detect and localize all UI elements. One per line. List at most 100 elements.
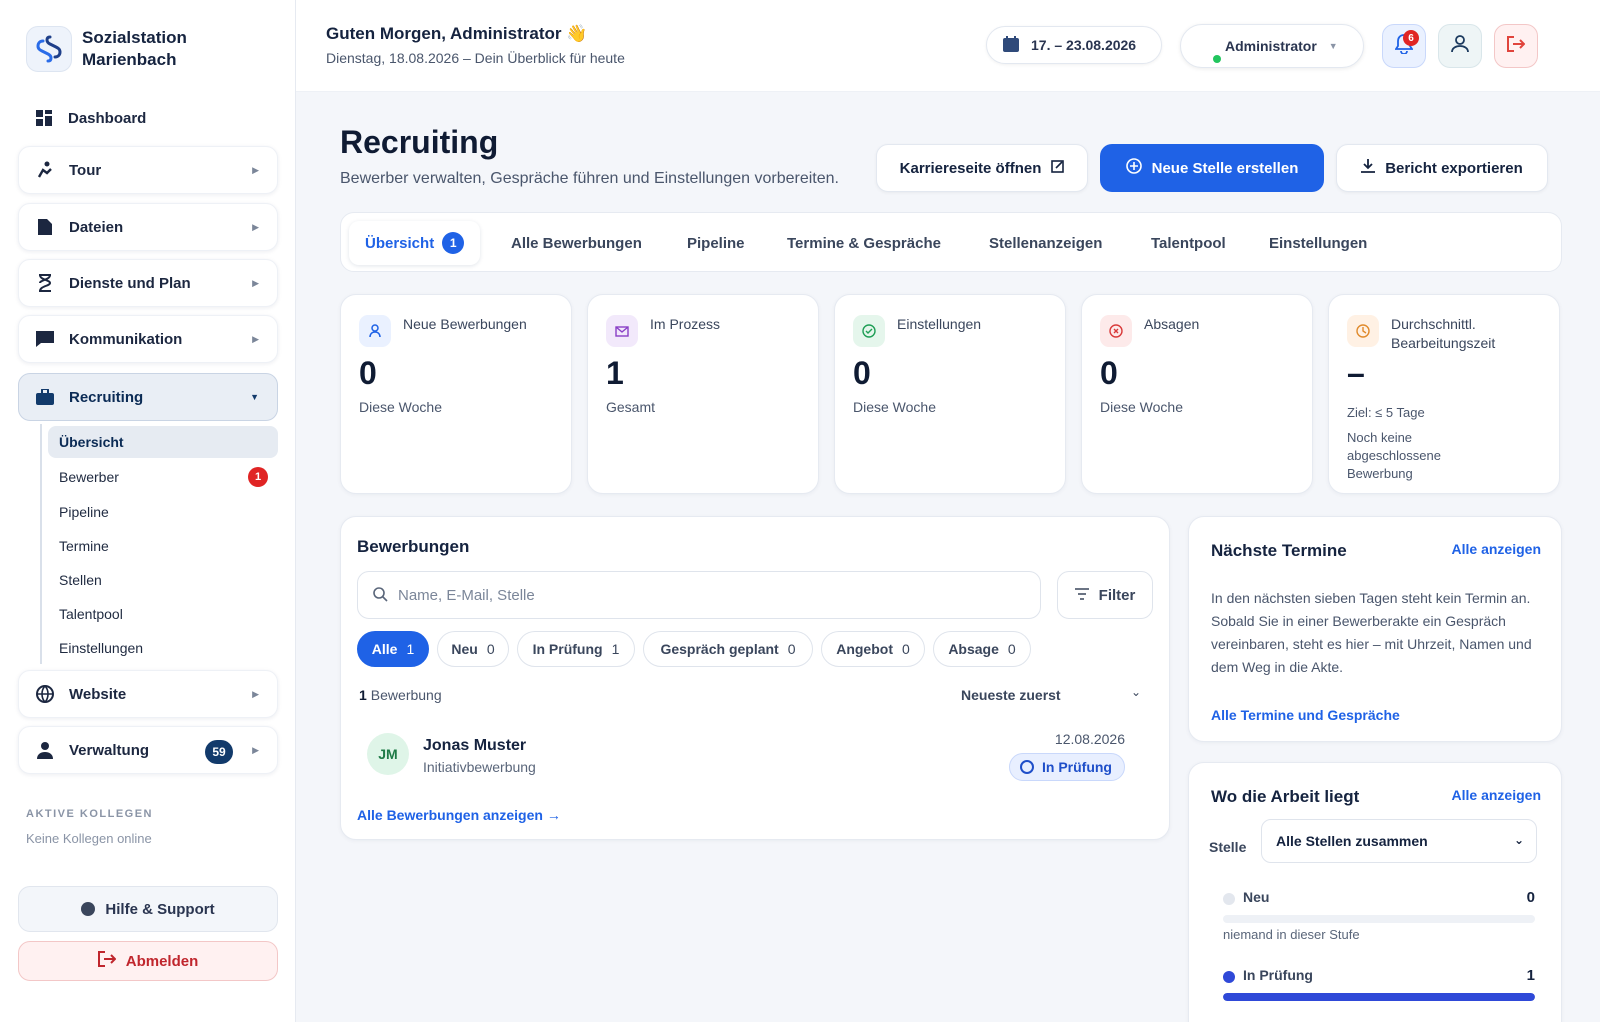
date-range-text: 17. – 23.08.2026 — [1031, 37, 1137, 53]
chat-icon — [35, 329, 55, 349]
sidebar-item-label: Tour — [69, 161, 102, 179]
button-label: Bericht exportieren — [1385, 159, 1523, 177]
stat-label: Absagen — [1144, 316, 1200, 332]
logout-button[interactable]: Abmelden — [18, 941, 278, 981]
applications-count-label: Bewerbung — [370, 687, 442, 703]
stat-card-hires: Einstellungen 0 Diese Woche — [834, 294, 1066, 494]
stage-dot — [1223, 893, 1235, 905]
all-dates-link[interactable]: Alle Termine und Gespräche — [1211, 707, 1400, 723]
online-status-dot — [1213, 55, 1221, 63]
stat-label: Im Prozess — [650, 316, 721, 332]
globe-icon — [35, 684, 55, 704]
tab-termine[interactable]: Termine & Gespräche — [787, 221, 941, 265]
sidebar-sub-label: Talentpool — [59, 606, 123, 622]
chevron-down-icon: ⌄ — [1513, 833, 1524, 847]
sidebar-item-verwaltung[interactable]: Verwaltung 59 ▶ — [18, 726, 278, 774]
tab-label: Alle Bewerbungen — [511, 234, 642, 252]
chevron-right-icon: ▶ — [252, 744, 259, 755]
chevron-right-icon: ▶ — [252, 333, 259, 344]
sidebar-item-kommunikation[interactable]: Kommunikation ▶ — [18, 315, 278, 363]
next-dates-show-all-link[interactable]: Alle anzeigen — [1452, 541, 1541, 557]
chip-gespraech-geplant[interactable]: Gespräch geplant 0 — [643, 631, 813, 667]
tab-talentpool[interactable]: Talentpool — [1151, 221, 1226, 265]
chevron-right-icon: ▶ — [252, 688, 259, 699]
brand[interactable]: Sozialstation Marienbach — [26, 26, 187, 72]
chip-absage[interactable]: Absage 0 — [933, 631, 1031, 667]
tab-einstellungen[interactable]: Einstellungen — [1269, 221, 1367, 265]
sidebar-item-dienste[interactable]: Dienste und Plan ▶ — [18, 259, 278, 307]
tab-stellenanzeigen[interactable]: Stellenanzeigen — [989, 221, 1102, 265]
stat-sub: Diese Woche — [1100, 399, 1184, 415]
sidebar-item-dateien[interactable]: Dateien ▶ — [18, 203, 278, 251]
tab-label: Einstellungen — [1269, 234, 1368, 252]
user-outline-icon — [1451, 34, 1469, 58]
tab-label: Übersicht — [365, 234, 435, 252]
table-row[interactable]: JM Jonas Muster Initiativbewerbung 12.08… — [357, 717, 1153, 791]
sort-select[interactable]: Neueste zuerst — [961, 687, 1061, 703]
applications-search-input[interactable]: Name, E-Mail, Stelle — [357, 571, 1041, 619]
sidebar-item-website[interactable]: Website ▶ — [18, 670, 278, 718]
stage-name: Neu — [1243, 889, 1270, 905]
sidebar-sub-bewerber[interactable]: Bewerber 1 — [48, 461, 278, 493]
all-applications-link[interactable]: Alle Bewerbungen anzeigen → — [357, 807, 561, 823]
chip-in-pruefung[interactable]: In Prüfung 1 — [517, 631, 635, 667]
logout-icon — [97, 951, 117, 971]
sidebar-sub-termine[interactable]: Termine — [48, 530, 278, 562]
brand-logo-icon — [26, 26, 72, 72]
sidebar-item-recruiting[interactable]: Recruiting ▼ — [18, 373, 278, 421]
submenu-rail — [40, 424, 42, 664]
notification-count-badge: 6 — [1403, 30, 1419, 46]
date-range-picker[interactable]: 17. – 23.08.2026 — [986, 26, 1162, 64]
active-colleagues-status: Keine Kollegen online — [26, 831, 152, 846]
sidebar-item-tour[interactable]: Tour ▶ — [18, 146, 278, 194]
sidebar-item-dashboard[interactable]: Dashboard — [18, 94, 278, 142]
tab-pipeline[interactable]: Pipeline — [687, 221, 745, 265]
stat-sub: Diese Woche — [853, 399, 937, 415]
chip-label: Absage — [948, 641, 999, 657]
logout-icon — [1507, 35, 1526, 57]
external-link-icon — [1051, 159, 1065, 177]
notifications-button[interactable]: 6 — [1382, 24, 1426, 68]
stage-count: 0 — [1526, 889, 1535, 906]
chip-count: 0 — [901, 641, 910, 657]
chip-angebot[interactable]: Angebot 0 — [821, 631, 925, 667]
next-dates-title: Nächste Termine — [1211, 541, 1347, 560]
export-report-button[interactable]: Bericht exportieren — [1336, 144, 1548, 192]
tab-label: Termine & Gespräche — [787, 234, 941, 252]
open-career-page-button[interactable]: Karriereseite öffnen — [876, 144, 1088, 192]
workload-show-all-link[interactable]: Alle anzeigen — [1452, 787, 1541, 803]
search-placeholder: Name, E-Mail, Stelle — [398, 586, 535, 604]
create-job-button[interactable]: Neue Stelle erstellen — [1100, 144, 1324, 192]
application-date: 12.08.2026 — [1054, 731, 1125, 747]
chevron-down-icon[interactable]: ⌄ — [1131, 685, 1141, 699]
sidebar: Sozialstation Marienbach Dashboard Tour … — [0, 0, 296, 1022]
help-support-button[interactable]: Hilfe & Support — [18, 886, 278, 932]
chip-neu[interactable]: Neu 0 — [437, 631, 509, 667]
verwaltung-count-badge: 59 — [205, 740, 233, 764]
sidebar-sub-talentpool[interactable]: Talentpool — [48, 598, 278, 630]
profile-button[interactable] — [1438, 24, 1482, 68]
tab-uebersicht[interactable]: Übersicht 1 — [349, 221, 481, 265]
filter-button[interactable]: Filter — [1057, 571, 1153, 619]
applications-panel: Bewerbungen Name, E-Mail, Stelle Filter … — [340, 516, 1170, 840]
stelle-select-value: Alle Stellen zusammen — [1276, 833, 1428, 849]
sidebar-item-label: Dashboard — [68, 109, 147, 127]
sidebar-sub-uebersicht[interactable]: Übersicht — [48, 426, 278, 458]
sidebar-sub-pipeline[interactable]: Pipeline — [48, 496, 278, 528]
sidebar-sub-einstellungen[interactable]: Einstellungen — [48, 632, 278, 664]
chevron-right-icon: ▶ — [252, 277, 259, 288]
tab-alle-bewerbungen[interactable]: Alle Bewerbungen — [511, 221, 642, 265]
help-circle-icon — [81, 902, 96, 916]
chip-label: Alle — [371, 641, 398, 657]
chip-alle[interactable]: Alle 1 — [357, 631, 429, 667]
stelle-select[interactable]: Alle Stellen zusammen ⌄ — [1261, 819, 1537, 863]
chevron-down-icon: ▼ — [250, 392, 259, 402]
button-label: Karriereseite öffnen — [899, 159, 1042, 177]
stat-value: 0 — [853, 355, 871, 391]
chip-count: 1 — [611, 641, 620, 657]
logout-top-button[interactable] — [1494, 24, 1538, 68]
sidebar-item-label: Kommunikation — [69, 330, 183, 348]
user-menu[interactable]: Administrator ▼ — [1180, 24, 1364, 68]
sidebar-sub-stellen[interactable]: Stellen — [48, 564, 278, 596]
chip-label: In Prüfung — [532, 641, 603, 657]
